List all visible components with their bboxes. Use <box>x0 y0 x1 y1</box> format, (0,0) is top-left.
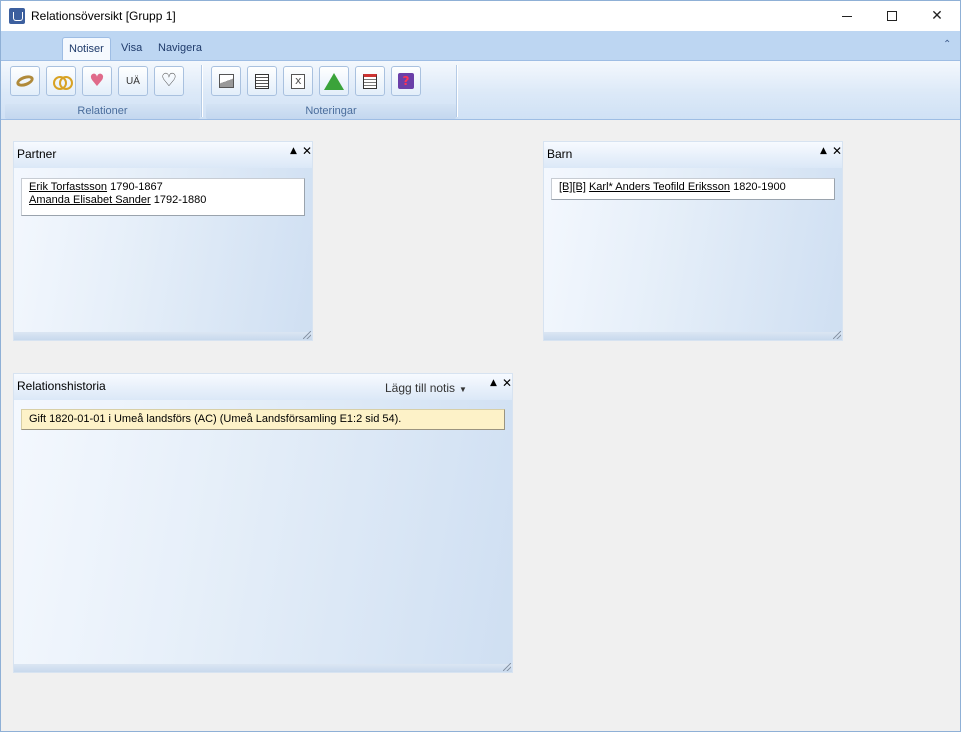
ribbon-separator <box>201 65 203 117</box>
gold-rings-icon <box>53 73 73 90</box>
app-icon <box>9 8 25 24</box>
panel-footer <box>14 663 512 672</box>
add-note-label: Lägg till notis <box>385 381 456 395</box>
barn-panel: Barn ▲ ✕ [B][B] Karl* Anders Teofild Eri… <box>543 141 843 341</box>
collapse-arrow-icon[interactable]: ▲ <box>290 146 297 156</box>
document-x-icon <box>291 73 305 89</box>
minimize-button[interactable] <box>824 1 870 31</box>
note-button[interactable] <box>355 66 385 96</box>
ribbon-collapse-icon[interactable]: ⌃ <box>943 39 951 50</box>
gold-rings-button[interactable] <box>46 66 76 96</box>
person-years: 1792-1880 <box>153 194 207 206</box>
person-years: 1790-1867 <box>110 181 163 193</box>
note-item[interactable]: Gift 1820-01-01 i Umeå landsförs (AC) (U… <box>21 409 505 430</box>
person-years: 1820-1900 <box>733 181 786 193</box>
tab-visa[interactable]: Visa <box>115 37 148 61</box>
panel-footer <box>14 331 312 340</box>
relation-overview-window: Relationsöversikt [Grupp 1] ✕ Notiser Vi… <box>0 0 961 732</box>
ua-button[interactable]: UÄ <box>118 66 148 96</box>
warning-icon <box>324 72 344 90</box>
panel-header: Partner ▲ ✕ <box>14 142 312 168</box>
collapse-arrow-icon[interactable]: ▲ <box>820 146 827 156</box>
list-item: Amanda Elisabet Sander 1792-1880 <box>29 194 297 207</box>
window-title: Relationsöversikt [Grupp 1] <box>31 9 176 23</box>
ribbon-tab-bar: Notiser Visa Navigera <box>1 31 960 61</box>
ribbon-body: ♥ UÄ ♡ Relationer Noteringar <box>1 60 960 120</box>
maximize-button[interactable] <box>869 1 915 31</box>
picture-button[interactable] <box>211 66 241 96</box>
document-button[interactable] <box>247 66 277 96</box>
resize-grip-icon[interactable] <box>303 331 311 339</box>
wedding-ring-icon <box>14 73 36 89</box>
help-icon <box>398 73 414 89</box>
list-item: [B][B] Karl* Anders Teofild Eriksson 182… <box>559 181 827 194</box>
wedding-ring-button[interactable] <box>10 66 40 96</box>
person-link[interactable]: Erik Torfastsson <box>29 181 107 193</box>
close-icon[interactable]: ✕ <box>302 144 312 158</box>
tab-notiser[interactable]: Notiser <box>62 37 111 61</box>
minimize-icon <box>842 15 852 17</box>
group-label-noteringar: Noteringar <box>206 104 456 119</box>
heart-button[interactable]: ♥ <box>82 66 112 96</box>
close-icon[interactable]: ✕ <box>502 376 512 390</box>
maximize-icon <box>887 11 897 21</box>
document-x-button[interactable] <box>283 66 313 96</box>
heart-icon: ♥ <box>89 70 105 91</box>
ribbon-separator <box>456 65 458 117</box>
add-note-button[interactable]: Lägg till notis ▼ <box>385 381 467 395</box>
partner-list: Erik Torfastsson 1790-1867 Amanda Elisab… <box>21 178 305 216</box>
panel-title: Partner <box>17 147 57 161</box>
panel-header: Barn ▲ ✕ <box>544 142 842 168</box>
panel-footer <box>544 331 842 340</box>
document-icon <box>255 73 269 89</box>
picture-icon <box>218 74 234 88</box>
note-icon <box>363 73 377 89</box>
group-relationer: ♥ UÄ ♡ Relationer <box>5 63 200 119</box>
help-button[interactable] <box>391 66 421 96</box>
close-button[interactable]: ✕ <box>914 1 960 31</box>
group-label-relationer: Relationer <box>5 104 200 119</box>
warning-button[interactable] <box>319 66 349 96</box>
resize-grip-icon[interactable] <box>833 331 841 339</box>
panel-title: Relationshistoria <box>17 379 106 393</box>
dropdown-caret-icon: ▼ <box>459 385 467 394</box>
panel-header: Relationshistoria Lägg till notis ▼ ▲ ✕ <box>14 374 512 400</box>
person-link[interactable]: Amanda Elisabet Sander <box>29 194 151 206</box>
partner-panel: Partner ▲ ✕ Erik Torfastsson 1790-1867 A… <box>13 141 313 341</box>
close-icon[interactable]: ✕ <box>832 144 842 158</box>
broken-heart-icon: ♡ <box>160 70 178 91</box>
list-item: Erik Torfastsson 1790-1867 <box>29 181 297 194</box>
collapse-arrow-icon[interactable]: ▲ <box>490 378 497 388</box>
ua-icon: UÄ <box>126 75 140 87</box>
barn-list: [B][B] Karl* Anders Teofild Eriksson 182… <box>551 178 835 200</box>
relationshistoria-panel: Relationshistoria Lägg till notis ▼ ▲ ✕ G… <box>13 373 513 673</box>
close-icon: ✕ <box>931 8 943 24</box>
panel-title: Barn <box>547 147 573 161</box>
tab-navigera[interactable]: Navigera <box>152 37 208 61</box>
group-noteringar: Noteringar <box>206 63 456 119</box>
person-link[interactable]: Karl* Anders Teofild Eriksson <box>589 181 730 193</box>
broken-heart-button[interactable]: ♡ <box>154 66 184 96</box>
title-bar: Relationsöversikt [Grupp 1] ✕ <box>1 1 960 31</box>
resize-grip-icon[interactable] <box>503 663 511 671</box>
child-prefix[interactable]: [B][B] <box>559 181 586 193</box>
